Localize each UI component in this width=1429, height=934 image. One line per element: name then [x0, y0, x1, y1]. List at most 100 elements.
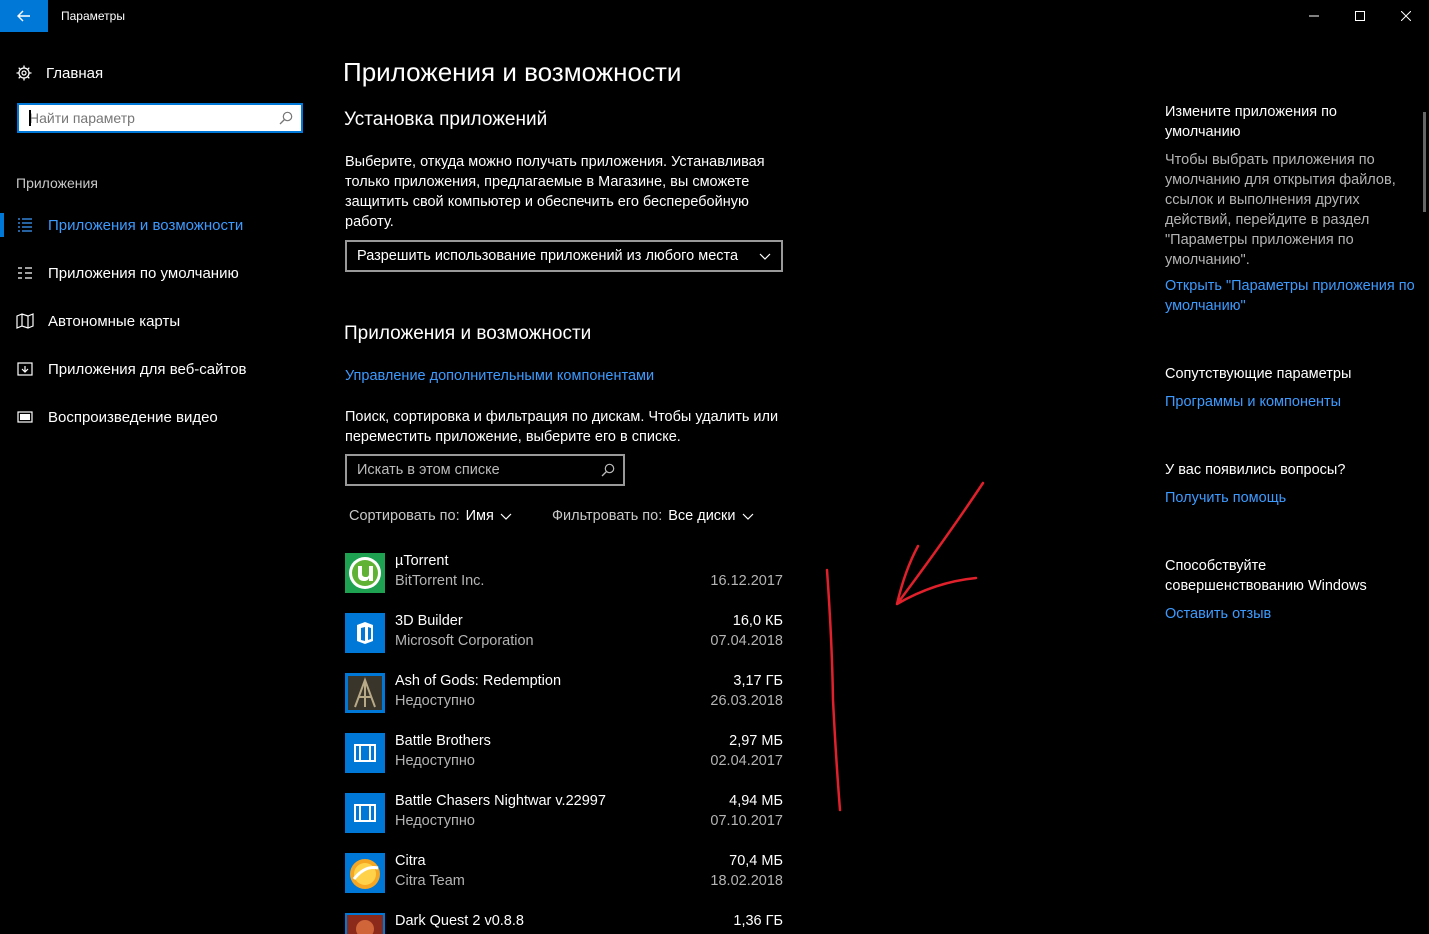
sidebar-item-web-apps[interactable]: Приложения для веб-сайтов [16, 357, 247, 381]
sidebar-item-default-apps[interactable]: Приложения по умолчанию [16, 261, 239, 285]
related-heading: Сопутствующие параметры [1165, 366, 1352, 382]
list-item[interactable]: 3D Builder Microsoft Corporation 16,0 КБ… [345, 612, 783, 664]
install-source-value: Разрешить использование приложений из лю… [357, 248, 739, 264]
3d-builder-icon [345, 613, 385, 653]
sidebar-item-offline-maps[interactable]: Автономные карты [16, 309, 180, 333]
filter-dropdown[interactable]: Фильтровать по: Все диски [552, 508, 754, 524]
give-feedback-link[interactable]: Оставить отзыв [1165, 604, 1415, 624]
app-publisher: Недоступно [395, 753, 475, 769]
apps-search-input[interactable]: Искать в этом списке [345, 454, 625, 486]
app-publisher: Microsoft Corporation [395, 633, 534, 649]
citra-icon [345, 853, 385, 893]
sort-dropdown[interactable]: Сортировать по: Имя [349, 508, 512, 524]
sort-value: Имя [465, 508, 494, 524]
chevron-down-icon [759, 253, 771, 260]
app-publisher: Недоступно [395, 693, 475, 709]
maximize-button[interactable] [1337, 0, 1383, 32]
web-app-icon [16, 360, 34, 378]
get-help-link[interactable]: Получить помощь [1165, 488, 1415, 508]
apps-heading: Приложения и возможности [344, 323, 592, 344]
list-item[interactable]: Dark Quest 2 v0.8.8 1,36 ГБ [345, 912, 783, 934]
sidebar-item-label: Приложения для веб-сайтов [48, 360, 247, 378]
maximize-icon [1355, 11, 1365, 21]
defaults-text: Чтобы выбрать приложения по умолчанию дл… [1165, 152, 1396, 268]
generic-app-icon [345, 733, 385, 773]
sidebar-item-label: Воспроизведение видео [48, 408, 218, 426]
app-publisher: Недоступно [395, 813, 475, 829]
sort-label: Сортировать по: [349, 508, 460, 524]
video-icon [16, 408, 34, 426]
list-item[interactable]: Ash of Gods: Redemption Недоступно 3,17 … [345, 672, 783, 724]
sidebar-item-label: Приложения и возможности [48, 216, 244, 234]
default-apps-icon [16, 264, 34, 282]
gear-icon [16, 65, 32, 81]
app-date: 16.12.2017 [710, 573, 783, 589]
app-size: 70,4 МБ [729, 853, 783, 869]
app-publisher: Citra Team [395, 873, 465, 889]
app-name: Battle Brothers [395, 733, 491, 749]
app-date: 02.04.2017 [710, 753, 783, 769]
app-size: 4,94 МБ [729, 793, 783, 809]
close-button[interactable] [1383, 0, 1429, 32]
app-date: 07.10.2017 [710, 813, 783, 829]
app-publisher: BitTorrent Inc. [395, 573, 485, 589]
list-item[interactable]: Battle Brothers Недоступно 2,97 МБ 02.04… [345, 732, 783, 784]
app-name: µTorrent [395, 553, 449, 569]
utorrent-icon [345, 553, 385, 593]
window-title: Параметры [61, 9, 125, 23]
app-date: 18.02.2018 [710, 873, 783, 889]
chevron-down-icon [742, 513, 753, 520]
app-size: 3,17 ГБ [733, 673, 783, 689]
nav-selection-indicator [0, 213, 4, 237]
app-name: Citra [395, 853, 426, 869]
map-icon [16, 312, 34, 330]
ash-of-gods-icon [345, 673, 385, 713]
page-title: Приложения и возможности [343, 57, 682, 87]
app-name: 3D Builder [395, 613, 463, 629]
questions-heading: У вас появились вопросы? [1165, 462, 1346, 478]
install-heading: Установка приложений [344, 109, 548, 130]
nav-section-title: Приложения [16, 175, 98, 191]
feedback-heading: Способствуйте совершенствованию Windows [1165, 558, 1367, 594]
filter-label: Фильтровать по: [552, 508, 663, 524]
chevron-down-icon [500, 513, 512, 520]
back-button[interactable] [0, 0, 48, 32]
search-icon[interactable] [601, 463, 615, 477]
app-size: 2,97 МБ [729, 733, 783, 749]
sidebar-item-video-playback[interactable]: Воспроизведение видео [16, 405, 218, 429]
app-name: Battle Chasers Nightwar v.22997 [395, 793, 606, 809]
scrollbar-thumb[interactable] [1423, 112, 1426, 212]
app-size: 16,0 КБ [732, 613, 783, 629]
minimize-icon [1309, 15, 1319, 17]
dark-quest-icon [345, 913, 385, 934]
app-size: 1,36 ГБ [733, 913, 783, 929]
app-name: Dark Quest 2 v0.8.8 [395, 913, 524, 929]
list-item[interactable]: Battle Chasers Nightwar v.22997 Недоступ… [345, 792, 783, 844]
manage-optional-features-link[interactable]: Управление дополнительными компонентами [345, 368, 654, 384]
title-bar [0, 0, 1429, 32]
settings-search[interactable] [17, 103, 303, 133]
install-source-dropdown[interactable]: Разрешить использование приложений из лю… [345, 240, 783, 272]
settings-search-input[interactable] [19, 105, 269, 131]
list-item[interactable]: Citra Citra Team 70,4 МБ 18.02.2018 [345, 852, 783, 904]
annotation-arrow [895, 481, 985, 606]
annotation-line [825, 568, 842, 812]
sidebar-item-label: Приложения по умолчанию [48, 264, 239, 282]
sidebar-item-apps-features[interactable]: Приложения и возможности [16, 213, 243, 237]
close-icon [1401, 11, 1411, 21]
list-item[interactable]: µTorrent BitTorrent Inc. 16.12.2017 [345, 552, 783, 604]
defaults-heading: Измените приложения по умолчанию [1165, 104, 1337, 140]
open-default-apps-link[interactable]: Открыть "Параметры приложения по умолчан… [1165, 276, 1415, 316]
search-icon[interactable] [279, 111, 293, 125]
app-date: 07.04.2018 [710, 633, 783, 649]
nav-home[interactable]: Главная [16, 62, 103, 84]
app-date: 26.03.2018 [710, 693, 783, 709]
install-description: Выберите, откуда можно получать приложен… [345, 154, 765, 230]
list-icon [16, 216, 34, 234]
app-name: Ash of Gods: Redemption [395, 673, 562, 689]
minimize-button[interactable] [1291, 0, 1337, 32]
apps-search-placeholder: Искать в этом списке [357, 462, 500, 478]
filter-value: Все диски [668, 508, 736, 524]
sidebar-item-label: Автономные карты [48, 312, 181, 330]
programs-features-link[interactable]: Программы и компоненты [1165, 392, 1415, 412]
